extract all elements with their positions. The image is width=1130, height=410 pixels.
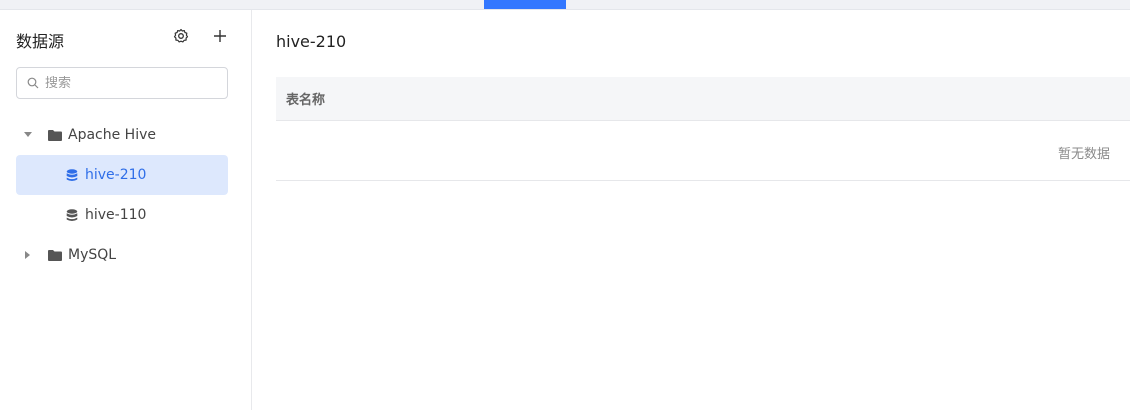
folder-icon <box>48 249 62 261</box>
tree-folder-apache-hive[interactable]: Apache Hive <box>16 115 228 155</box>
table-header: 表名称 <box>276 77 1130 121</box>
tree-item-hive-210[interactable]: hive-210 <box>16 155 228 195</box>
search-icon <box>27 77 39 89</box>
tree-item-label: hive-210 <box>85 167 147 183</box>
caret-right-icon[interactable] <box>22 249 34 261</box>
sidebar-title: 数据源 <box>16 32 65 51</box>
folder-icon <box>48 129 62 141</box>
search-input[interactable] <box>45 75 215 91</box>
caret-down-icon[interactable] <box>22 129 34 141</box>
add-datasource-button[interactable] <box>210 26 230 46</box>
settings-button[interactable] <box>171 26 191 46</box>
tree-folder-label: MySQL <box>68 247 117 263</box>
empty-state-text: 暂无数据 <box>1057 147 1110 162</box>
top-tab-strip <box>0 0 1130 10</box>
page-title: hive-210 <box>276 32 347 51</box>
tree-item-label: hive-110 <box>85 207 147 223</box>
search-box[interactable] <box>16 67 228 99</box>
tree-folder-mysql[interactable]: MySQL <box>16 235 228 275</box>
gear-icon <box>173 28 189 43</box>
tree-item-hive-110[interactable]: hive-110 <box>16 195 228 235</box>
plus-icon <box>214 30 226 42</box>
database-icon <box>66 208 78 222</box>
tree-folder-label: Apache Hive <box>68 127 156 143</box>
database-icon <box>66 168 78 182</box>
table-body-empty: 暂无数据 <box>276 121 1130 181</box>
datasource-sidebar: 数据源 Apache Hive <box>0 10 252 410</box>
column-header-table-name[interactable]: 表名称 <box>286 89 325 108</box>
active-tab-indicator[interactable] <box>484 0 566 9</box>
